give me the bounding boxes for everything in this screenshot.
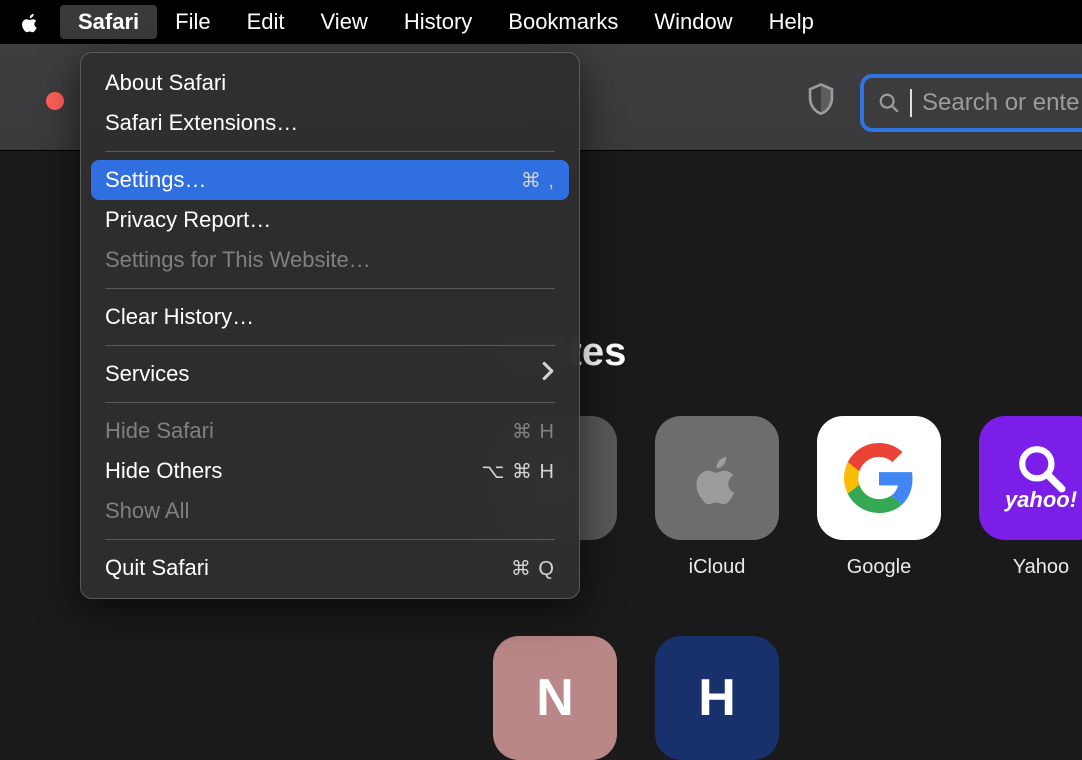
menu-item-label: Privacy Report…: [105, 207, 271, 233]
menu-item-settings[interactable]: Settings… ⌘ ,: [91, 160, 569, 200]
menu-item-shortcut: ⌘ H: [512, 419, 555, 444]
menu-item-label: Clear History…: [105, 304, 254, 330]
favourite-tile: [655, 416, 779, 540]
menu-item-shortcut: ⌥ ⌘ H: [481, 459, 555, 484]
menubar-item-view[interactable]: View: [303, 5, 386, 39]
favourite-item-google[interactable]: Google: [817, 416, 941, 579]
favourite-tile: yahoo!: [979, 416, 1082, 540]
menubar-item-bookmarks[interactable]: Bookmarks: [490, 5, 636, 39]
menu-item-label: Quit Safari: [105, 555, 209, 581]
menu-item-quit-safari[interactable]: Quit Safari ⌘ Q: [81, 548, 579, 588]
menu-item-label: Hide Others: [105, 458, 222, 484]
apple-logo-icon[interactable]: [18, 10, 42, 34]
google-logo-icon: [844, 443, 914, 513]
window-close-dot[interactable]: [46, 92, 64, 110]
favourite-item-h[interactable]: H: [655, 636, 779, 760]
menu-item-about-safari[interactable]: About Safari: [81, 63, 579, 103]
menubar: Safari File Edit View History Bookmarks …: [0, 0, 1082, 44]
menu-separator: [105, 539, 555, 540]
menu-item-label: Hide Safari: [105, 418, 214, 444]
menubar-item-edit[interactable]: Edit: [229, 5, 303, 39]
favourites-row-2: N H: [493, 636, 779, 760]
menu-item-privacy-report[interactable]: Privacy Report…: [81, 200, 579, 240]
menu-item-label: Settings…: [105, 167, 207, 193]
menu-item-services[interactable]: Services: [81, 354, 579, 394]
favourite-tile: N: [493, 636, 617, 760]
menu-item-hide-others[interactable]: Hide Others ⌥ ⌘ H: [81, 451, 579, 491]
favourite-label: iCloud: [689, 556, 746, 579]
magnifier-icon: [1016, 443, 1066, 493]
menubar-item-history[interactable]: History: [386, 5, 490, 39]
menu-item-shortcut: ⌘ ,: [521, 168, 555, 193]
menu-item-clear-history[interactable]: Clear History…: [81, 297, 579, 337]
menu-item-label: Show All: [105, 498, 189, 524]
menu-separator: [105, 151, 555, 152]
safari-menu-dropdown: About Safari Safari Extensions… Settings… ⌘…: [80, 52, 580, 599]
menu-item-hide-safari: Hide Safari ⌘ H: [81, 411, 579, 451]
favourite-item-n[interactable]: N: [493, 636, 617, 760]
favourites-row-1: e iCloud Google yahoo! Yahoo: [493, 416, 1082, 579]
favourite-label: Google: [847, 556, 912, 579]
menu-separator: [105, 402, 555, 403]
yahoo-logo-text: yahoo!: [1005, 487, 1077, 513]
favourite-item-icloud[interactable]: iCloud: [655, 416, 779, 579]
apple-icon: [686, 447, 748, 509]
search-icon: [878, 92, 900, 114]
menu-separator: [105, 345, 555, 346]
address-search-bar[interactable]: Search or ente: [860, 74, 1082, 132]
menu-item-show-all: Show All: [81, 491, 579, 531]
menu-item-label: Services: [105, 361, 189, 387]
chevron-right-icon: [541, 361, 555, 387]
favourite-tile: [817, 416, 941, 540]
favourite-label: Yahoo: [1013, 556, 1069, 579]
menubar-item-window[interactable]: Window: [636, 5, 750, 39]
privacy-shield-icon[interactable]: [806, 82, 836, 116]
menu-item-label: Settings for This Website…: [105, 247, 371, 273]
favourite-tile: H: [655, 636, 779, 760]
search-placeholder: Search or ente: [922, 89, 1079, 117]
menu-item-settings-for-this-website: Settings for This Website…: [81, 240, 579, 280]
menu-item-label: Safari Extensions…: [105, 110, 298, 136]
menubar-item-help[interactable]: Help: [751, 5, 832, 39]
menu-item-shortcut: ⌘ Q: [511, 556, 555, 581]
menu-item-safari-extensions[interactable]: Safari Extensions…: [81, 103, 579, 143]
favourite-item-yahoo[interactable]: yahoo! Yahoo: [979, 416, 1082, 579]
menubar-item-file[interactable]: File: [157, 5, 228, 39]
menu-item-label: About Safari: [105, 70, 226, 96]
text-caret: [910, 89, 912, 117]
menu-separator: [105, 288, 555, 289]
menubar-item-safari[interactable]: Safari: [60, 5, 157, 39]
